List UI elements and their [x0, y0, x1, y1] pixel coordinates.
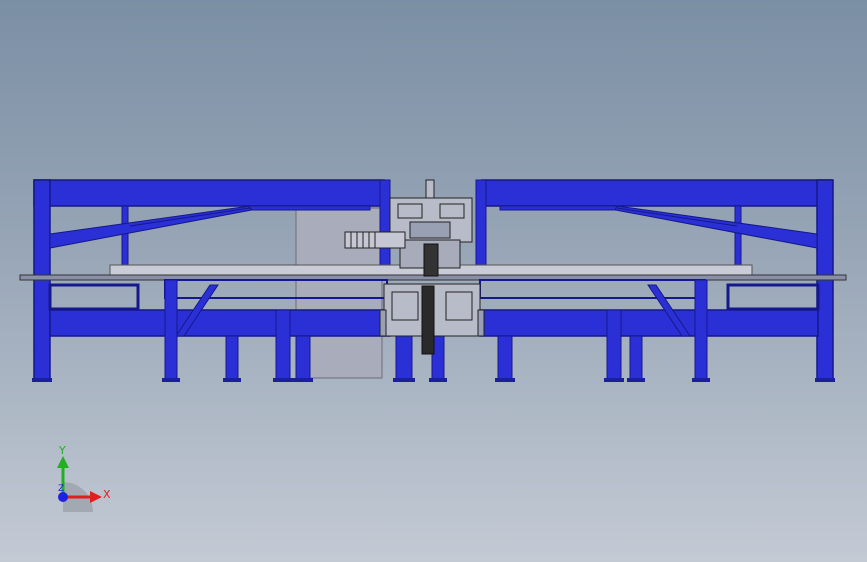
coordinate-triad: [57, 456, 102, 512]
lower-frame-left: [48, 283, 140, 311]
inner-post-right: [475, 179, 487, 271]
lower-frame-right: [726, 283, 820, 311]
bellows-cover: [344, 231, 406, 249]
machine-assembly-model[interactable]: [0, 0, 867, 562]
cad-viewport[interactable]: Y X Z: [0, 0, 867, 562]
brace-line-right: [616, 207, 738, 227]
leg-feet: [32, 378, 835, 382]
lower-beam-right: [479, 309, 819, 337]
axis-x-label: X: [103, 488, 111, 501]
top-beam-right: [481, 179, 833, 207]
brace-left-2: [246, 205, 371, 211]
brace-line-left: [129, 207, 251, 227]
brace-left-1: [49, 205, 263, 249]
inner-post-left: [379, 179, 391, 271]
axis-z-label: Z: [58, 484, 65, 494]
brace-right-1: [604, 205, 818, 249]
axis-y-label: Y: [59, 444, 66, 457]
mid-frame-right: [479, 279, 706, 299]
brace-right-2: [499, 205, 618, 211]
top-beam-left: [33, 179, 385, 207]
upright-left: [121, 205, 129, 271]
upright-right: [734, 205, 742, 271]
lower-beam-left: [49, 309, 391, 337]
